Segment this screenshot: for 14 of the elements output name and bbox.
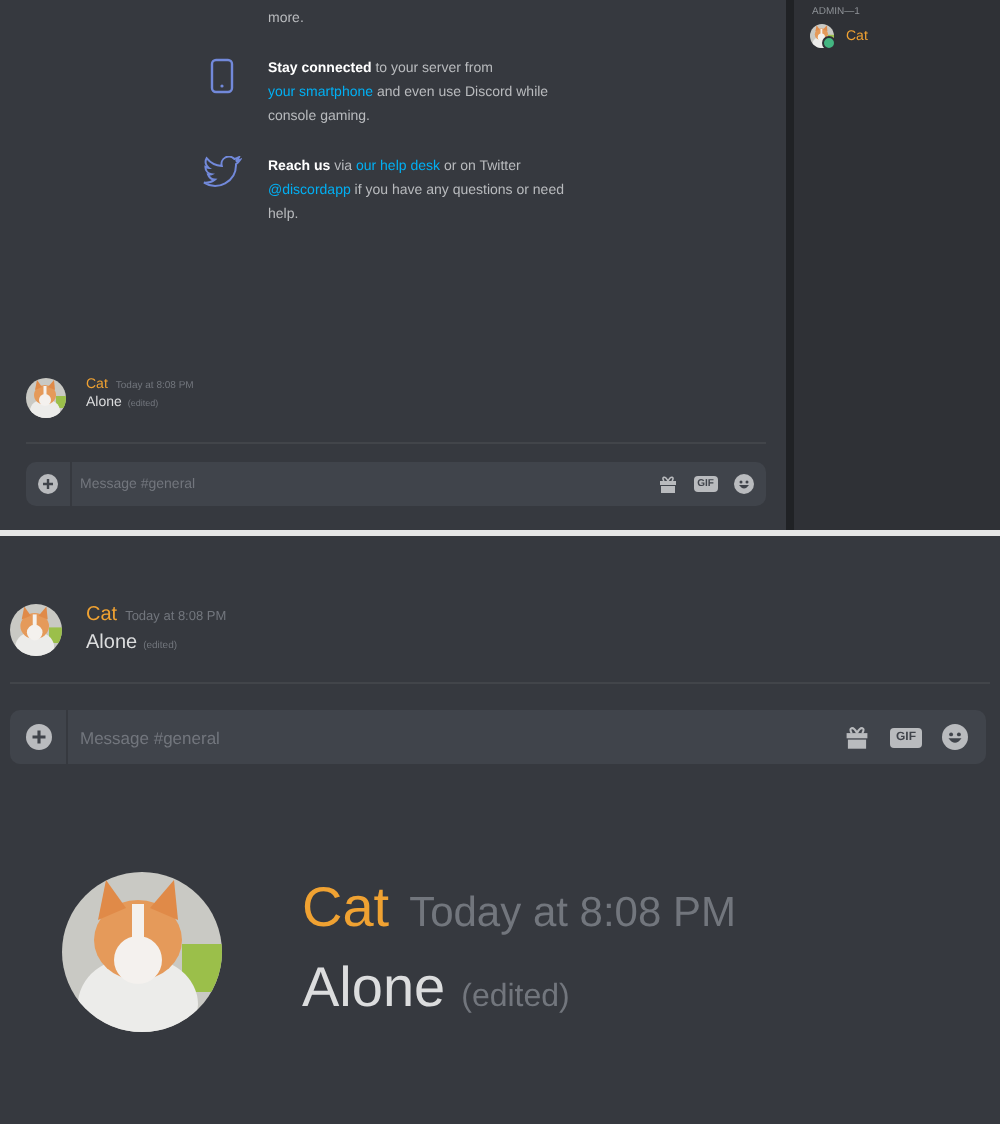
- message-text: Alone: [86, 632, 138, 654]
- gift-icon[interactable]: [657, 474, 678, 494]
- phone-icon: [210, 58, 234, 94]
- author-name[interactable]: Cat: [302, 876, 390, 940]
- plus-icon[interactable]: [38, 474, 58, 494]
- gift-icon[interactable]: [844, 724, 870, 750]
- smiley-icon[interactable]: [942, 724, 968, 750]
- edited-label: (edited): [461, 980, 570, 1016]
- timestamp: Today at 8:08 PM: [409, 890, 737, 938]
- plus-icon[interactable]: [25, 724, 51, 750]
- message-text: Alone: [302, 956, 446, 1020]
- author-name[interactable]: Cat: [86, 604, 118, 626]
- bird-icon: [202, 156, 242, 188]
- smiley-icon[interactable]: [734, 474, 754, 494]
